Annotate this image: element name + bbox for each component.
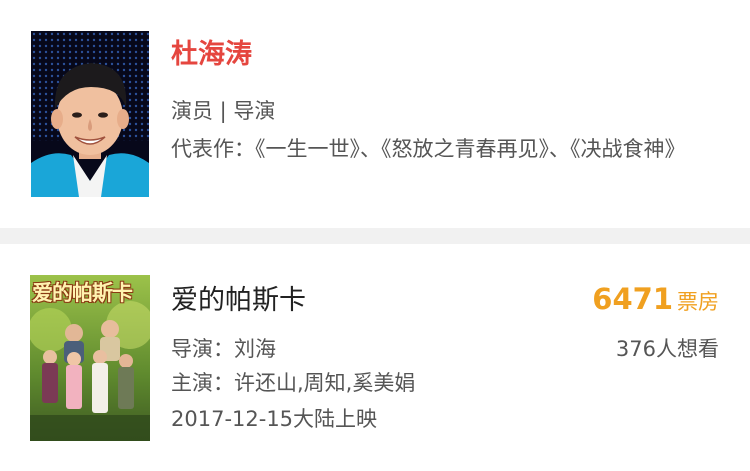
movie-cast: 主演：许还山,周知,奚美娟 [171, 371, 416, 395]
person-result-card[interactable]: 杜海涛 演员 | 导演 代表作：《一生一世》、《怒放之青春再见》、《决战食神》 [0, 0, 750, 228]
movie-title[interactable]: 爱的帕斯卡 [171, 284, 306, 318]
box-office-unit: 票房 [677, 290, 719, 314]
poster-title: 爱的帕斯卡 [32, 281, 133, 305]
box-office-value: 6471 [592, 282, 673, 316]
person-roles: 演员 | 导演 [171, 99, 276, 123]
person-photo[interactable] [31, 31, 149, 197]
movie-release-date: 2017-12-15大陆上映 [171, 407, 378, 431]
movie-poster[interactable]: 爱的帕斯卡 [30, 275, 150, 441]
movie-result-card[interactable]: 爱的帕斯卡 爱的帕斯卡 导演：刘海 主演：许还山,周知,奚美娟 2017-12-… [0, 244, 750, 471]
search-results-page: 杜海涛 演员 | 导演 代表作：《一生一世》、《怒放之青春再见》、《决战食神》 [0, 0, 750, 471]
section-divider [0, 228, 750, 244]
movie-director: 导演：刘海 [171, 337, 276, 361]
box-office: 6471 票房 [592, 282, 719, 316]
person-name[interactable]: 杜海涛 [171, 38, 252, 72]
person-photo-image [31, 31, 149, 197]
person-representative-works: 代表作：《一生一世》、《怒放之青春再见》、《决战食神》 [171, 137, 686, 161]
want-to-see-count: 376人想看 [615, 337, 719, 361]
